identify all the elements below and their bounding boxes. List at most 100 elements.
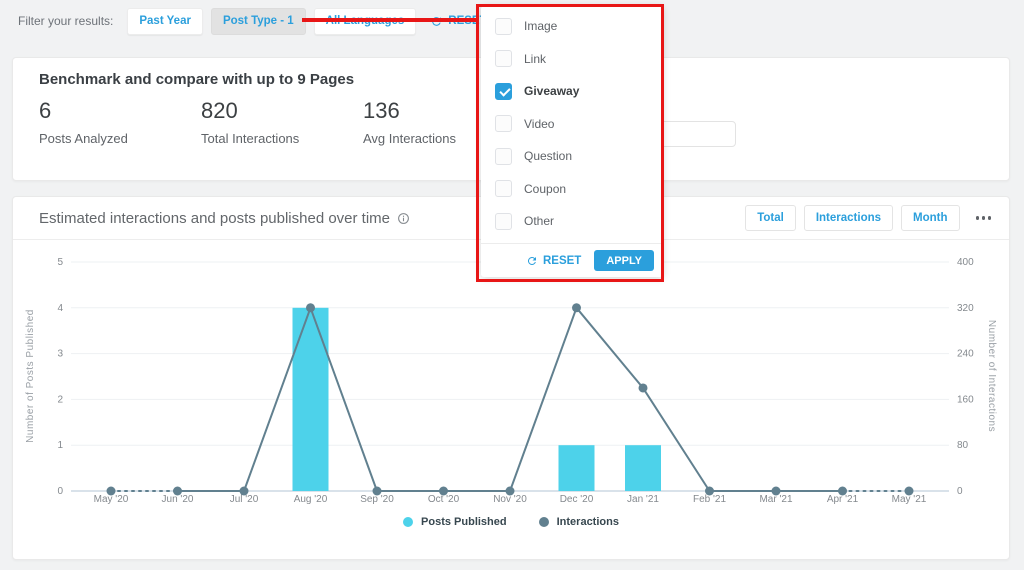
chart-toggle-buttons: Total Interactions Month — [745, 205, 959, 231]
option-label: Link — [524, 52, 546, 66]
legend-item-interactions[interactable]: Interactions — [539, 516, 619, 528]
interactions-point-jul-20[interactable] — [240, 487, 249, 496]
dropdown-reset-label: RESET — [543, 255, 581, 267]
interactions-point-may-20[interactable] — [107, 487, 116, 496]
interactions-point-dec-20[interactable] — [572, 303, 581, 312]
checkbox-other[interactable] — [495, 213, 512, 230]
x-axis-label: Apr '21 — [827, 494, 859, 505]
x-axis-label: Jul '20 — [230, 494, 259, 505]
x-axis-label: May '20 — [94, 494, 129, 505]
legend-item-posts-published[interactable]: Posts Published — [403, 516, 507, 528]
left-axis-tick: 1 — [57, 440, 63, 451]
option-label: Question — [524, 149, 572, 163]
more-options-icon[interactable] — [972, 210, 996, 226]
left-axis-tick: 2 — [57, 394, 63, 405]
filter-bar: Filter your results: Past Year Post Type … — [18, 7, 537, 35]
stat-label: Total Interactions — [201, 131, 363, 146]
post-type-option-coupon[interactable]: Coupon — [481, 173, 663, 206]
x-axis-label: May '21 — [892, 494, 927, 505]
interactions-point-mar-21[interactable] — [772, 487, 781, 496]
right-axis-tick: 160 — [957, 394, 974, 405]
left-axis-tick: 0 — [57, 486, 63, 497]
legend-label: Posts Published — [421, 516, 507, 528]
checkbox-giveaway[interactable] — [495, 83, 512, 100]
dropdown-apply-button[interactable]: APPLY — [594, 250, 654, 271]
interactions-point-oct-20[interactable] — [439, 487, 448, 496]
stat-total-interactions: 820 Total Interactions — [201, 98, 363, 146]
post-type-options: Image Link Giveaway Video Question Coupon Othe… — [481, 10, 663, 238]
post-type-option-image[interactable]: Image — [481, 10, 663, 43]
interactions-point-nov-20[interactable] — [506, 487, 515, 496]
chart-title: Estimated interactions and posts publish… — [39, 210, 390, 227]
bar-jan-21[interactable] — [625, 445, 661, 491]
stat-label: Posts Analyzed — [39, 131, 201, 146]
interactions-point-apr-21[interactable] — [838, 487, 847, 496]
option-label: Image — [524, 19, 557, 33]
post-type-option-giveaway[interactable]: Giveaway — [481, 75, 663, 108]
filter-button-post-type-1[interactable]: Post Type - 1 — [211, 8, 306, 35]
stat-value: 6 — [39, 98, 201, 124]
option-label: Coupon — [524, 182, 566, 196]
interactions-line-segment — [577, 308, 644, 388]
x-axis-label: Feb '21 — [693, 494, 726, 505]
legend-dot — [403, 517, 413, 527]
post-type-dropdown: Image Link Giveaway Video Question Coupon Othe… — [481, 6, 663, 277]
refresh-icon — [526, 255, 538, 267]
bar-aug-20[interactable] — [293, 308, 329, 491]
chart-svg: 0 1 2 3 4 5 0 80 160 240 320 400 May '20 Jun '20 Jul '… — [13, 240, 1011, 512]
x-axis-label: Mar '21 — [759, 494, 792, 505]
right-axis-tick: 240 — [957, 349, 974, 360]
interactions-point-aug-20[interactable] — [306, 303, 315, 312]
chart-button-interactions[interactable]: Interactions — [804, 205, 893, 231]
stat-value: 820 — [201, 98, 363, 124]
interactions-point-sep-20[interactable] — [373, 487, 382, 496]
left-axis-title: Number of Posts Published — [25, 309, 36, 443]
dropdown-reset-button[interactable]: RESET — [526, 255, 581, 267]
post-type-option-link[interactable]: Link — [481, 43, 663, 76]
left-axis-tick: 4 — [57, 303, 63, 314]
benchmark-title: Benchmark and compare with up to 9 Pages — [39, 71, 354, 88]
dropdown-footer: RESET APPLY — [481, 243, 663, 277]
x-axis-label: Sep '20 — [360, 494, 394, 505]
filter-buttons: Past Year Post Type - 1 All Languages — [127, 8, 424, 35]
interactions-point-feb-21[interactable] — [705, 487, 714, 496]
checkbox-coupon[interactable] — [495, 180, 512, 197]
chart-legend: Posts Published Interactions — [13, 516, 1009, 528]
checkbox-question[interactable] — [495, 148, 512, 165]
checkbox-image[interactable] — [495, 18, 512, 35]
checkbox-video[interactable] — [495, 115, 512, 132]
x-axis-label: Nov '20 — [493, 494, 527, 505]
post-type-option-video[interactable]: Video — [481, 108, 663, 141]
stat-posts-analyzed: 6 Posts Analyzed — [39, 98, 201, 146]
option-label: Video — [524, 117, 554, 131]
info-icon[interactable] — [397, 212, 410, 225]
right-axis-tick: 0 — [957, 486, 963, 497]
legend-label: Interactions — [557, 516, 619, 528]
filter-button-past-year[interactable]: Past Year — [127, 8, 203, 35]
x-axis-label: Jun '20 — [162, 494, 194, 505]
interactions-point-jan-21[interactable] — [639, 383, 648, 392]
legend-dot — [539, 517, 549, 527]
chart-button-total[interactable]: Total — [745, 205, 796, 231]
post-type-option-question[interactable]: Question — [481, 140, 663, 173]
x-axis-label: Aug '20 — [294, 494, 328, 505]
right-axis-tick: 400 — [957, 257, 974, 268]
right-axis-tick: 80 — [957, 440, 969, 451]
option-label: Giveaway — [524, 84, 579, 98]
x-axis-label: Oct '20 — [428, 494, 460, 505]
refresh-icon — [430, 15, 443, 28]
right-axis-tick: 320 — [957, 303, 974, 314]
checkbox-link[interactable] — [495, 50, 512, 67]
option-label: Other — [524, 214, 554, 228]
post-type-option-other[interactable]: Other — [481, 205, 663, 238]
interactions-point-may-21[interactable] — [905, 487, 914, 496]
x-axis-label: Dec '20 — [560, 494, 594, 505]
bar-dec-20[interactable] — [559, 445, 595, 491]
left-axis-tick: 3 — [57, 349, 63, 360]
right-axis-title: Number of Interactions — [986, 320, 997, 432]
chart-button-month[interactable]: Month — [901, 205, 959, 231]
filter-bar-label: Filter your results: — [18, 14, 113, 28]
filter-button-all-languages[interactable]: All Languages — [314, 8, 417, 35]
interactions-point-jun-20[interactable] — [173, 487, 182, 496]
left-axis-tick: 5 — [57, 257, 63, 268]
